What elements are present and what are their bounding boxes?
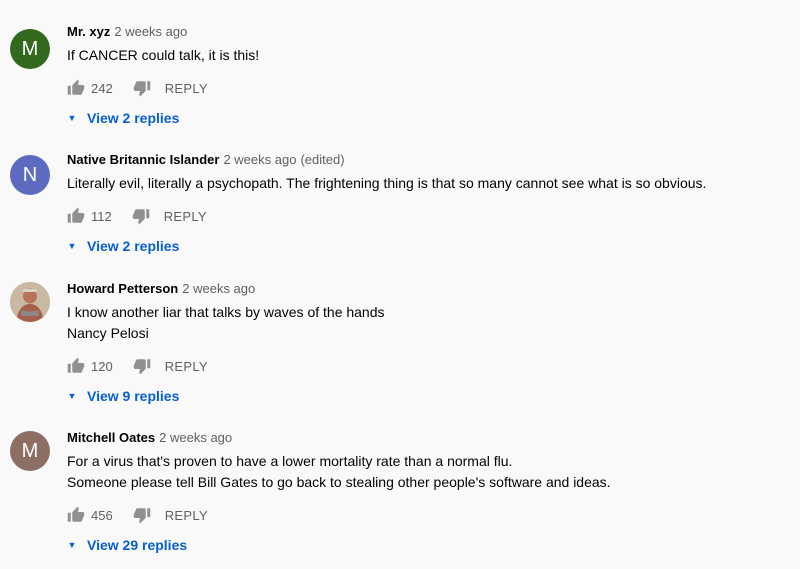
reply-button[interactable]: REPLY (165, 81, 208, 96)
thumb-down-icon[interactable] (133, 506, 151, 524)
comment-line: Nancy Pelosi (67, 325, 149, 341)
comment-line: Someone please tell Bill Gates to go bac… (67, 474, 611, 490)
reply-button[interactable]: REPLY (165, 359, 208, 374)
avatar-letter: M (21, 440, 39, 462)
view-replies-button[interactable]: ▼ View 9 replies (65, 382, 790, 410)
view-replies-label: View 29 replies (87, 537, 188, 553)
comment-actions: 112 REPLY (67, 202, 790, 230)
avatar-letter: M (21, 38, 39, 60)
reply-button[interactable]: REPLY (165, 508, 208, 523)
view-replies-label: View 9 replies (87, 388, 180, 404)
avatar[interactable]: M (10, 431, 50, 471)
thumb-down-icon[interactable] (132, 207, 150, 225)
comment-line: I know another liar that talks by waves … (67, 304, 385, 320)
timestamp[interactable]: 2 weeks ago (159, 430, 232, 445)
view-replies-label: View 2 replies (87, 110, 180, 126)
timestamp[interactable]: 2 weeks ago (223, 152, 296, 167)
timestamp[interactable]: 2 weeks ago (114, 24, 187, 39)
comment-body: Native Britannic Islander 2 weeks ago (edi… (67, 151, 790, 260)
comment-actions: 456 REPLY (67, 501, 790, 529)
avatar[interactable] (10, 282, 50, 322)
comment-header: Native Britannic Islander 2 weeks ago (edi… (67, 151, 790, 169)
caret-down-icon: ▼ (67, 391, 77, 401)
comment-actions: 242 REPLY (67, 74, 790, 102)
comment-line: If CANCER could talk, it is this! (67, 47, 260, 63)
comment-header: Mr. xyz 2 weeks ago (67, 23, 790, 41)
comment-body: Mitchell Oates 2 weeks ago For a virus th… (67, 429, 790, 559)
avatar-photo (10, 282, 50, 322)
like-count: 120 (91, 358, 113, 374)
comment-line: For a virus that's proven to have a lowe… (67, 453, 513, 469)
thumb-up-icon[interactable] (67, 79, 85, 97)
timestamp[interactable]: 2 weeks ago (182, 281, 255, 296)
comment-text: For a virus that's proven to have a lowe… (67, 451, 790, 493)
thumb-up-icon[interactable] (67, 207, 85, 225)
view-replies-button[interactable]: ▼ View 29 replies (65, 531, 790, 559)
thumb-up-icon[interactable] (67, 506, 85, 524)
author-name[interactable]: Mr. xyz (67, 24, 110, 39)
caret-down-icon: ▼ (67, 241, 77, 251)
comment-body: Howard Petterson 2 weeks ago I know anoth… (67, 280, 790, 410)
comment-text: If CANCER could talk, it is this! (67, 45, 790, 66)
avatar[interactable]: N (10, 155, 50, 195)
comment-actions: 120 REPLY (67, 352, 790, 380)
thumb-down-icon[interactable] (133, 79, 151, 97)
reply-button[interactable]: REPLY (164, 209, 207, 224)
like-count: 242 (91, 80, 113, 96)
comment-text: I know another liar that talks by waves … (67, 302, 790, 344)
avatar[interactable]: M (10, 29, 50, 69)
view-replies-label: View 2 replies (87, 238, 180, 254)
caret-down-icon: ▼ (67, 540, 77, 550)
caret-down-icon: ▼ (67, 113, 77, 123)
comment-header: Mitchell Oates 2 weeks ago (67, 429, 790, 447)
like-count: 112 (91, 208, 112, 224)
thumb-down-icon[interactable] (133, 357, 151, 375)
avatar-letter: N (22, 164, 38, 186)
author-name[interactable]: Mitchell Oates (67, 430, 155, 445)
author-name[interactable]: Howard Petterson (67, 281, 178, 296)
view-replies-button[interactable]: ▼ View 2 replies (65, 232, 790, 260)
edited-label: (edited) (300, 152, 345, 167)
thumb-up-icon[interactable] (67, 357, 85, 375)
like-count: 456 (91, 507, 113, 523)
comment-text: Literally evil, literally a psychopath. … (67, 173, 790, 194)
view-replies-button[interactable]: ▼ View 2 replies (65, 104, 790, 132)
author-name[interactable]: Native Britannic Islander (67, 152, 219, 167)
comment-line: Literally evil, literally a psychopath. … (67, 175, 707, 191)
comment-body: Mr. xyz 2 weeks ago If CANCER could talk,… (67, 23, 790, 132)
comment-header: Howard Petterson 2 weeks ago (67, 280, 790, 298)
